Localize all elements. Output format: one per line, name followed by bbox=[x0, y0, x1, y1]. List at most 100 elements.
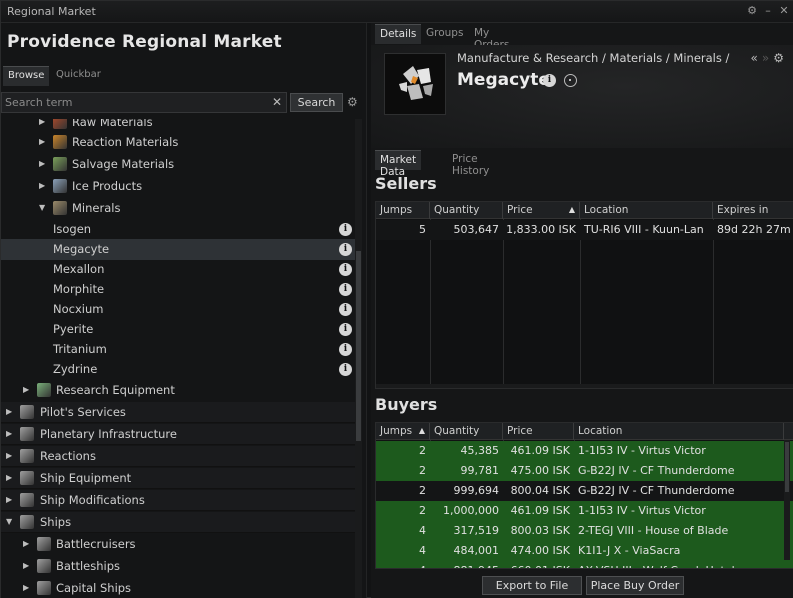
buyers-scroll-thumb[interactable] bbox=[785, 442, 789, 492]
buyers-scrollbar[interactable] bbox=[784, 440, 790, 560]
settings-icon[interactable]: ⚙ bbox=[745, 4, 759, 17]
back-icon[interactable]: « bbox=[751, 51, 762, 65]
info-icon[interactable]: i bbox=[339, 223, 352, 236]
tab-quickbar[interactable]: Quickbar bbox=[51, 66, 106, 86]
sort-arrow-icon: ▲ bbox=[418, 426, 425, 435]
expanded-arrow-icon[interactable]: ▼ bbox=[6, 512, 16, 532]
column-divider bbox=[430, 219, 431, 388]
place-buy-order-button[interactable]: Place Buy Order bbox=[586, 576, 684, 595]
collapsed-arrow-icon[interactable]: ▶ bbox=[39, 132, 49, 152]
table-row[interactable]: 2 999,694 800.04 ISK G-B22J IV - CF Thunder… bbox=[376, 481, 793, 501]
tab-market-data[interactable]: Market Data bbox=[375, 150, 422, 178]
column-header-price[interactable]: Price bbox=[503, 423, 574, 440]
settings-icon[interactable]: ⚙ bbox=[773, 51, 788, 65]
collapsed-arrow-icon[interactable]: ▶ bbox=[39, 119, 49, 132]
search-button[interactable]: Search bbox=[290, 93, 343, 112]
tree-scrollbar[interactable] bbox=[355, 119, 362, 598]
tree-item-ice-products[interactable]: ▶ Ice Products bbox=[1, 176, 355, 197]
column-header-quantity[interactable]: Quantity bbox=[430, 202, 503, 219]
collapsed-arrow-icon[interactable]: ▶ bbox=[23, 534, 33, 554]
collapsed-arrow-icon[interactable]: ▶ bbox=[23, 578, 33, 598]
tree-item-ships[interactable]: ▼ Ships bbox=[1, 512, 355, 533]
table-row[interactable]: 2 45,385 461.09 ISK 1-1I53 IV - Virtus Vict… bbox=[376, 441, 793, 461]
tree-item-research-equipment[interactable]: ▶ Research Equipment bbox=[1, 380, 355, 401]
info-icon[interactable]: i bbox=[339, 263, 352, 276]
tab-my-orders[interactable]: My Orders bbox=[469, 24, 514, 51]
table-row[interactable]: 4 881,945660.01 ISK AX-VSH III - Wolf Cree… bbox=[376, 561, 793, 568]
collapsed-arrow-icon[interactable]: ▶ bbox=[6, 446, 16, 466]
cell-price: 461.09 ISK bbox=[510, 444, 570, 457]
tree-item-salvage-materials[interactable]: ▶ Salvage Materials bbox=[1, 154, 355, 175]
search-settings-icon[interactable]: ⚙ bbox=[347, 95, 358, 109]
column-header-quantity[interactable]: Quantity bbox=[430, 423, 503, 440]
column-header-jumps[interactable]: Jumps bbox=[376, 202, 430, 219]
tree-item-isogen[interactable]: Isogen i bbox=[1, 219, 355, 240]
tree-item-nocxium[interactable]: Nocxium i bbox=[1, 299, 355, 320]
tree-item-ship-modifications[interactable]: ▶ Ship Modifications bbox=[1, 490, 355, 511]
collapsed-arrow-icon[interactable]: ▶ bbox=[6, 402, 16, 422]
tree-item-mexallon[interactable]: Mexallon i bbox=[1, 259, 355, 280]
tree-item-tritanium[interactable]: Tritanium i bbox=[1, 339, 355, 360]
collapsed-arrow-icon[interactable]: ▶ bbox=[23, 556, 33, 576]
megacyte-icon[interactable] bbox=[384, 53, 446, 115]
tab-groups[interactable]: Groups bbox=[421, 24, 468, 44]
expanded-arrow-icon[interactable]: ▼ bbox=[39, 198, 49, 218]
cell-quantity: 317,519 bbox=[453, 524, 500, 537]
collapsed-arrow-icon[interactable]: ▶ bbox=[6, 468, 16, 488]
column-header-location[interactable]: Location bbox=[580, 202, 713, 219]
minimize-icon[interactable]: – bbox=[761, 4, 775, 17]
show-in-map-icon[interactable] bbox=[564, 74, 577, 87]
column-header-location[interactable]: Location bbox=[574, 423, 784, 440]
tree-item-capital-ships[interactable]: ▶ Capital Ships bbox=[1, 578, 355, 598]
table-row[interactable]: 5 503,647 1,833.00 ISK TU-RI6 VIII - Kuun-L… bbox=[376, 220, 793, 240]
forward-icon[interactable]: » bbox=[762, 51, 773, 65]
tree-item-reactions[interactable]: ▶ Reactions bbox=[1, 446, 355, 467]
info-icon[interactable]: i bbox=[339, 323, 352, 336]
tree-item-battleships[interactable]: ▶ Battleships bbox=[1, 556, 355, 577]
info-icon[interactable]: i bbox=[339, 303, 352, 316]
tree-item-zydrine[interactable]: Zydrine i bbox=[1, 359, 355, 380]
tab-price-history[interactable]: Price History bbox=[447, 150, 494, 177]
column-header-price[interactable]: Price ▲ bbox=[503, 202, 580, 219]
tree-item-label: Zydrine bbox=[53, 362, 98, 376]
info-icon[interactable]: i bbox=[339, 283, 352, 296]
tab-browse[interactable]: Browse bbox=[3, 66, 50, 86]
breadcrumb[interactable]: Manufacture & Research / Materials / Min… bbox=[457, 51, 729, 65]
collapsed-arrow-icon[interactable]: ▶ bbox=[39, 154, 49, 174]
search-input[interactable] bbox=[2, 93, 262, 112]
export-to-file-button[interactable]: Export to File bbox=[482, 576, 582, 595]
tree-item-minerals[interactable]: ▼ Minerals bbox=[1, 198, 355, 219]
tree-item-ship-equipment[interactable]: ▶ Ship Equipment bbox=[1, 468, 355, 489]
table-row[interactable]: 4 484,001 474.00 ISK K1I1-J X - ViaSacra bbox=[376, 541, 793, 561]
table-row[interactable]: 4 317,519 800.03 ISK 2-TEGJ VIII - House of… bbox=[376, 521, 793, 541]
tree-item-planetary-infrastructure[interactable]: ▶ Planetary Infrastructure bbox=[1, 424, 355, 445]
column-header-jumps[interactable]: Jumps ▲ bbox=[376, 423, 430, 440]
tree-item-reaction-materials[interactable]: ▶ Reaction Materials bbox=[1, 132, 355, 153]
close-icon[interactable]: ✕ bbox=[777, 4, 791, 17]
title-bar[interactable]: Regional Market ⚙ – ✕ bbox=[1, 1, 793, 23]
tab-details[interactable]: Details bbox=[375, 24, 422, 44]
info-icon[interactable]: i bbox=[339, 243, 352, 256]
column-header-expires-in[interactable]: Expires in bbox=[713, 202, 793, 219]
table-row[interactable]: 2 1,000,000 461.09 ISK 1-1I53 IV - Virtus V… bbox=[376, 501, 793, 521]
clear-search-icon[interactable]: ✕ bbox=[272, 95, 282, 109]
tree-scroll-thumb[interactable] bbox=[356, 251, 361, 441]
table-row[interactable]: 2 99,781 475.00 ISK G-B22J IV - CF Thunderd… bbox=[376, 461, 793, 481]
tree-item-raw-materials[interactable]: ▶ Raw Materials bbox=[1, 119, 355, 133]
collapsed-arrow-icon[interactable]: ▶ bbox=[6, 424, 16, 444]
tree-item-battlecruisers[interactable]: ▶ Battlecruisers bbox=[1, 534, 355, 555]
info-icon[interactable]: i bbox=[339, 363, 352, 376]
sellers-horizontal-scrollbar[interactable] bbox=[376, 384, 793, 388]
collapsed-arrow-icon[interactable]: ▶ bbox=[6, 490, 16, 510]
info-icon[interactable]: i bbox=[339, 343, 352, 356]
tree-item-pilot-s-services[interactable]: ▶ Pilot's Services bbox=[1, 402, 355, 423]
tree-item-morphite[interactable]: Morphite i bbox=[1, 279, 355, 300]
collapsed-arrow-icon[interactable]: ▶ bbox=[39, 176, 49, 196]
item-info-icon[interactable]: i bbox=[543, 74, 556, 87]
tree-item-megacyte[interactable]: Megacyte i bbox=[1, 239, 355, 260]
cell-quantity: 881,945 bbox=[430, 561, 500, 568]
tree-item-pyerite[interactable]: Pyerite i bbox=[1, 319, 355, 340]
tree-item-label: Battlecruisers bbox=[56, 537, 136, 551]
collapsed-arrow-icon[interactable]: ▶ bbox=[23, 380, 33, 400]
cell-price: 475.00 ISK bbox=[510, 464, 570, 477]
